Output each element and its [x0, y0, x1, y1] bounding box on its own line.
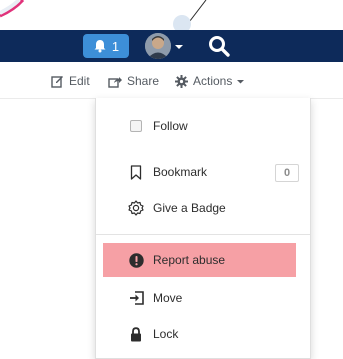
share-label: Share: [127, 74, 160, 88]
menu-item-label: Follow: [153, 119, 188, 133]
post-actions-bar: Edit Share Actions: [0, 62, 343, 99]
lock-icon: [128, 326, 144, 342]
search-icon: [206, 36, 232, 63]
edit-button[interactable]: Edit: [51, 72, 90, 90]
edit-label: Edit: [69, 74, 90, 88]
top-decoration: [0, 0, 343, 33]
menu-item-label: Report abuse: [153, 253, 226, 267]
bookmark-count: 0: [275, 164, 299, 182]
notifications-count: 1: [111, 38, 120, 54]
edit-icon: [51, 75, 64, 88]
menu-item-label: Give a Badge: [153, 201, 226, 215]
menu-item-report-abuse[interactable]: Report abuse: [103, 243, 296, 277]
menu-item-move[interactable]: Move: [96, 281, 310, 315]
share-icon: [108, 75, 122, 88]
top-header: 1: [0, 30, 343, 62]
checkbox-icon[interactable]: [128, 118, 144, 134]
avatar: [145, 33, 171, 59]
menu-item-label: Lock: [153, 327, 179, 341]
bookmark-icon: [128, 164, 144, 180]
actions-label: Actions: [193, 74, 233, 88]
menu-item-label: Bookmark: [153, 165, 208, 179]
menu-item-bookmark[interactable]: Bookmark 0: [96, 155, 310, 189]
actions-menu-button[interactable]: Actions: [175, 72, 245, 90]
bell-icon: [93, 39, 107, 53]
menu-divider: [96, 234, 310, 235]
search-button[interactable]: [206, 33, 232, 59]
menu-item-follow[interactable]: Follow: [96, 109, 310, 143]
chevron-down-icon: [237, 79, 245, 84]
badge-icon: [128, 200, 144, 216]
user-menu-button[interactable]: [145, 32, 183, 60]
notifications-button[interactable]: 1: [83, 34, 129, 58]
chevron-down-icon: [175, 37, 183, 55]
share-button[interactable]: Share: [108, 72, 159, 90]
exclamation-circle-icon: [128, 252, 144, 268]
gear-icon: [175, 74, 188, 88]
menu-item-label: Move: [153, 291, 183, 305]
menu-item-give-badge[interactable]: Give a Badge: [96, 191, 310, 225]
move-icon: [128, 290, 144, 306]
menu-item-lock[interactable]: Lock: [96, 317, 310, 351]
actions-dropdown-menu: Follow Bookmark 0 Give a Badge Report ab…: [95, 98, 311, 359]
